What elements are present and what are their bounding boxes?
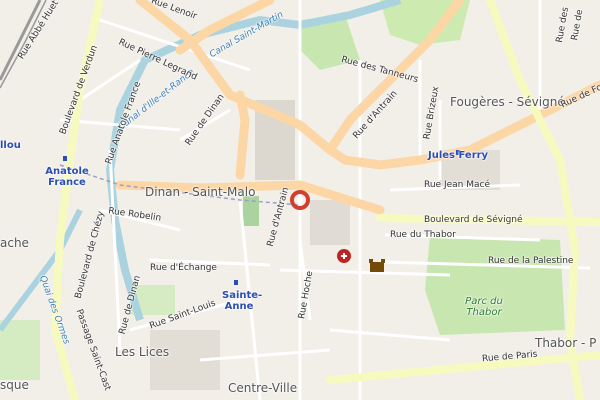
district-label-west: ache [0, 236, 29, 250]
metro-station-anatole-france[interactable]: Anatole France [45, 166, 89, 188]
canal-west [0, 208, 83, 332]
park-thabor-area [425, 235, 565, 335]
park-area [0, 320, 40, 380]
park-label-thabor: Parc du Thabor [465, 296, 503, 318]
street-label: Rue d'Échange [150, 263, 217, 273]
district-label-lices: Les Lices [115, 345, 170, 359]
metro-station-marker [234, 280, 238, 285]
street-label: Boulevard de Sévigné [424, 215, 523, 225]
metro-station-west[interactable]: llou [0, 140, 21, 151]
metro-station-marker [63, 156, 67, 161]
building-block [310, 200, 350, 245]
metro-station-jules-ferry[interactable]: Jules Ferry [428, 150, 488, 161]
street-label: Rue de la Palestine [488, 256, 574, 266]
district-label-southwest: sque [0, 378, 29, 392]
street-label: Rue Jean Macé [424, 180, 490, 190]
castle-icon[interactable] [369, 259, 385, 272]
district-label-dinan: Dinan - Saint-Malo [145, 185, 256, 199]
district-label-centre-ville: Centre-Ville [228, 381, 298, 395]
map-view[interactable]: Fougères - Sévigné Dinan - Saint-Malo Th… [0, 0, 600, 400]
district-label-fougeres: Fougères - Sévigné [450, 95, 565, 109]
hospital-icon[interactable] [337, 249, 351, 263]
street-label: Rue du Thabor [390, 230, 456, 240]
metro-station-sainte-anne[interactable]: Sainte-Anne [222, 290, 262, 312]
district-label-thabor: Thabor - P [535, 336, 597, 350]
